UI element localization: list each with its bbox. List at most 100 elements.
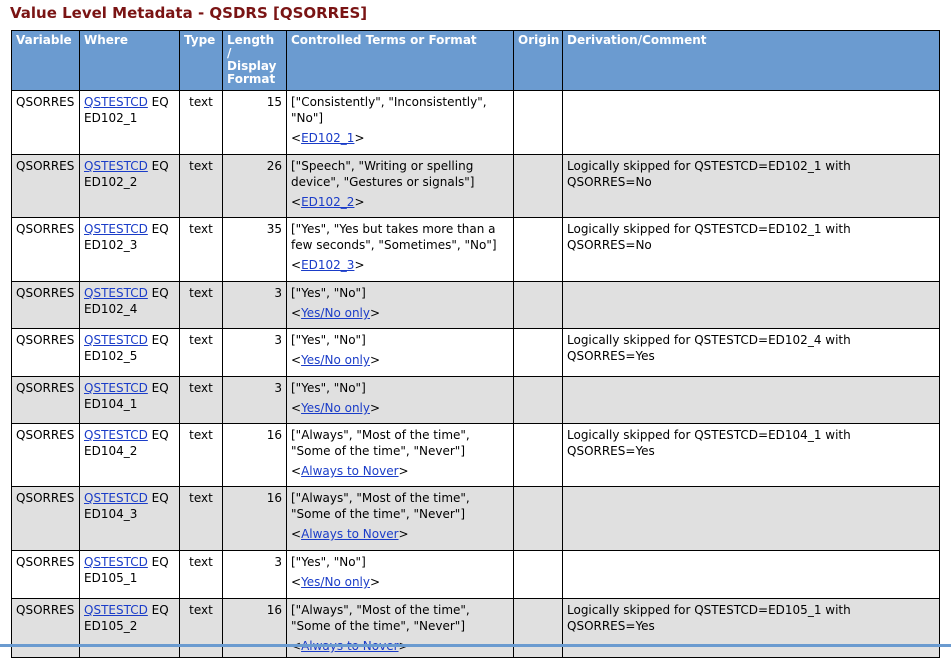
cell-terms: ["Speech", "Writing or spelling device",… [286, 154, 514, 218]
cell-type: text [179, 217, 223, 282]
format-open-bracket: < [291, 131, 302, 145]
column-header-where: Where [79, 30, 180, 91]
column-header-origin: Origin [513, 30, 563, 91]
cell-derivation [562, 281, 940, 329]
format-reference: <Yes/No only> [291, 305, 509, 321]
cell-type: text [179, 486, 223, 551]
column-header-type: Type [179, 30, 223, 91]
where-link[interactable]: QSTESTCD [84, 333, 148, 347]
where-link[interactable]: QSTESTCD [84, 159, 148, 173]
cell-origin [513, 550, 563, 599]
controlled-terms: ["Yes", "No"] [291, 381, 366, 395]
cell-type: text [179, 328, 223, 377]
cell-length: 26 [222, 154, 287, 218]
cell-length: 35 [222, 217, 287, 282]
format-link[interactable]: Always to Nover [301, 527, 398, 541]
controlled-terms: ["Yes", "No"] [291, 555, 366, 569]
format-open-bracket: < [291, 258, 302, 272]
cell-derivation: Logically skipped for QSTESTCD=ED104_1 w… [562, 423, 940, 487]
format-open-bracket: < [291, 353, 302, 367]
format-link[interactable]: Always to Nover [301, 464, 398, 478]
cell-where: QSTESTCD EQ ED102_2 [79, 154, 180, 218]
cell-where: QSTESTCD EQ ED104_1 [79, 376, 180, 424]
format-open-bracket: < [291, 306, 302, 320]
format-close-bracket: > [370, 575, 381, 589]
cell-terms: ["Consistently", "Inconsistently", "No"]… [286, 90, 514, 155]
cell-length: 16 [222, 598, 287, 658]
cell-variable: QSORRES [11, 550, 80, 599]
format-reference: <Always to Nover> [291, 463, 509, 479]
format-link[interactable]: ED102_1 [301, 131, 354, 145]
cell-derivation: Logically skipped for QSTESTCD=ED105_1 w… [562, 598, 940, 658]
table-row: QSORRES QSTESTCD EQ ED102_2 text 26 ["Speech… [11, 154, 940, 218]
cell-terms: ["Always", "Most of the time", "Some of … [286, 423, 514, 487]
controlled-terms: ["Always", "Most of the time", "Some of … [291, 603, 470, 633]
format-link[interactable]: ED102_2 [301, 195, 354, 209]
where-link[interactable]: QSTESTCD [84, 286, 148, 300]
cell-where: QSTESTCD EQ ED102_4 [79, 281, 180, 329]
format-link[interactable]: Yes/No only [301, 401, 370, 415]
cell-where: QSTESTCD EQ ED105_2 [79, 598, 180, 658]
format-close-bracket: > [398, 527, 409, 541]
cell-type: text [179, 154, 223, 218]
cell-where: QSTESTCD EQ ED102_5 [79, 328, 180, 377]
where-link[interactable]: QSTESTCD [84, 491, 148, 505]
cell-terms: ["Yes", "No"] <Yes/No only> [286, 328, 514, 377]
format-reference: <Always to Nover> [291, 526, 509, 542]
cell-derivation: Logically skipped for QSTESTCD=ED102_4 w… [562, 328, 940, 377]
cell-variable: QSORRES [11, 328, 80, 377]
where-link[interactable]: QSTESTCD [84, 428, 148, 442]
cell-where: QSTESTCD EQ ED102_3 [79, 217, 180, 282]
where-link[interactable]: QSTESTCD [84, 381, 148, 395]
where-link[interactable]: QSTESTCD [84, 95, 148, 109]
cell-origin [513, 376, 563, 424]
cell-length: 16 [222, 423, 287, 487]
cell-origin [513, 598, 563, 658]
format-link[interactable]: Yes/No only [301, 575, 370, 589]
format-close-bracket: > [398, 464, 409, 478]
cell-terms: ["Yes", "Yes but takes more than a few s… [286, 217, 514, 282]
format-open-bracket: < [291, 464, 302, 478]
cell-type: text [179, 281, 223, 329]
cell-type: text [179, 376, 223, 424]
where-link[interactable]: QSTESTCD [84, 555, 148, 569]
cell-where: QSTESTCD EQ ED105_1 [79, 550, 180, 599]
format-reference: <Yes/No only> [291, 400, 509, 416]
table-row: QSORRES QSTESTCD EQ ED102_4 text 3 ["Yes", "… [11, 281, 940, 329]
format-reference: <Yes/No only> [291, 574, 509, 590]
cell-derivation [562, 550, 940, 599]
cell-derivation [562, 486, 940, 551]
format-close-bracket: > [370, 401, 381, 415]
cell-length: 3 [222, 328, 287, 377]
format-reference: <ED102_3> [291, 257, 509, 273]
cell-where: QSTESTCD EQ ED102_1 [79, 90, 180, 155]
cell-length: 3 [222, 550, 287, 599]
cell-terms: ["Always", "Most of the time", "Some of … [286, 598, 514, 658]
format-link[interactable]: Yes/No only [301, 306, 370, 320]
format-close-bracket: > [354, 195, 365, 209]
column-header-length: Length / Display Format [222, 30, 287, 91]
cell-type: text [179, 550, 223, 599]
cell-variable: QSORRES [11, 486, 80, 551]
controlled-terms: ["Yes", "Yes but takes more than a few s… [291, 222, 497, 252]
where-link[interactable]: QSTESTCD [84, 222, 148, 236]
cell-length: 3 [222, 376, 287, 424]
cell-origin [513, 281, 563, 329]
table-row: QSORRES QSTESTCD EQ ED104_1 text 3 ["Yes", "… [11, 376, 940, 424]
table-row: QSORRES QSTESTCD EQ ED104_2 text 16 ["Always… [11, 423, 940, 487]
cell-variable: QSORRES [11, 90, 80, 155]
cell-origin [513, 328, 563, 377]
table-row: QSORRES QSTESTCD EQ ED102_1 text 15 ["Consis… [11, 90, 940, 155]
cell-length: 3 [222, 281, 287, 329]
format-link[interactable]: Yes/No only [301, 353, 370, 367]
cell-terms: ["Yes", "No"] <Yes/No only> [286, 550, 514, 599]
format-link[interactable]: ED102_3 [301, 258, 354, 272]
controlled-terms: ["Always", "Most of the time", "Some of … [291, 491, 470, 521]
cell-derivation [562, 90, 940, 155]
table-row: QSORRES QSTESTCD EQ ED104_3 text 16 ["Always… [11, 486, 940, 551]
controlled-terms: ["Consistently", "Inconsistently", "No"] [291, 95, 487, 125]
format-reference: <ED102_1> [291, 130, 509, 146]
where-link[interactable]: QSTESTCD [84, 603, 148, 617]
format-close-bracket: > [370, 353, 381, 367]
cell-type: text [179, 598, 223, 658]
